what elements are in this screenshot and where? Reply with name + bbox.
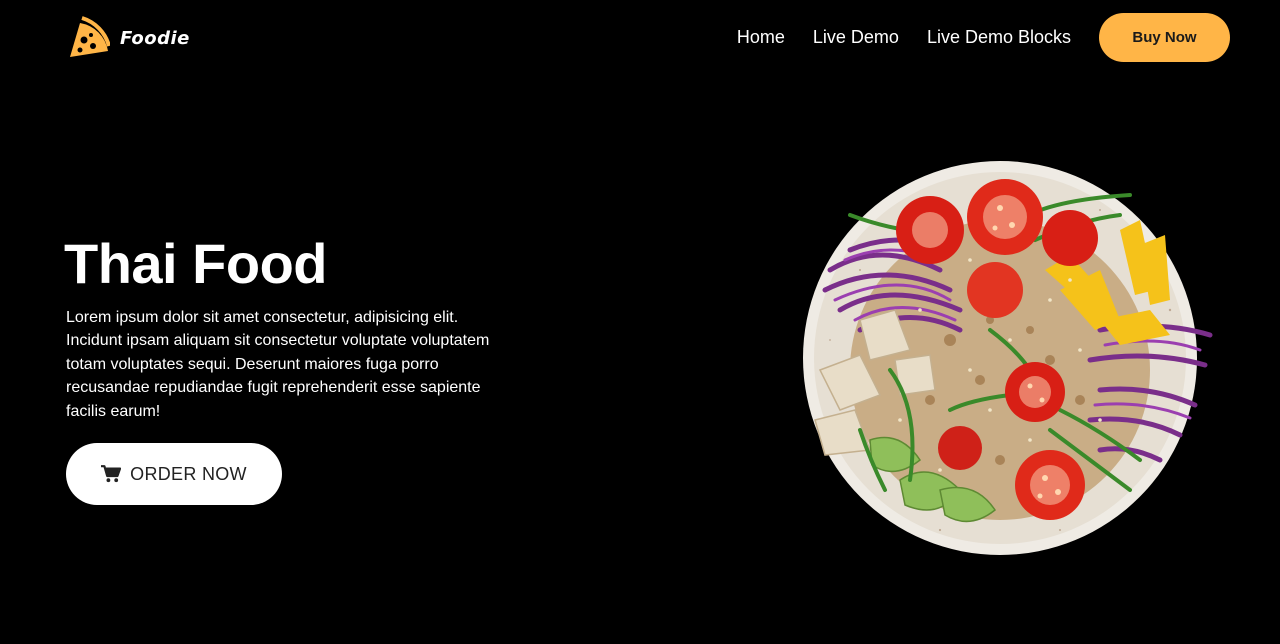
site-header: Foodie Home Live Demo Live Demo Blocks B…: [0, 0, 1280, 76]
nav-home[interactable]: Home: [737, 27, 785, 48]
hero-title: Thai Food: [64, 232, 328, 295]
cart-icon: [101, 465, 122, 483]
nav-live-demo-blocks[interactable]: Live Demo Blocks: [927, 27, 1071, 48]
salad-bowl-image: [800, 160, 1220, 560]
logo-link[interactable]: Foodie: [66, 15, 190, 59]
brand-name: Foodie: [120, 27, 190, 49]
buy-now-button[interactable]: Buy Now: [1099, 12, 1230, 62]
order-now-button[interactable]: ORDER NOW: [66, 443, 282, 505]
page: Foodie Home Live Demo Live Demo Blocks B…: [0, 0, 1280, 644]
nav-live-demo[interactable]: Live Demo: [813, 27, 899, 48]
pizza-slice-icon: [70, 16, 110, 57]
main-nav: Home Live Demo Live Demo Blocks Buy Now: [737, 12, 1230, 62]
order-now-label: ORDER NOW: [130, 463, 247, 484]
hero-description: Lorem ipsum dolor sit amet consectetur, …: [66, 309, 490, 420]
